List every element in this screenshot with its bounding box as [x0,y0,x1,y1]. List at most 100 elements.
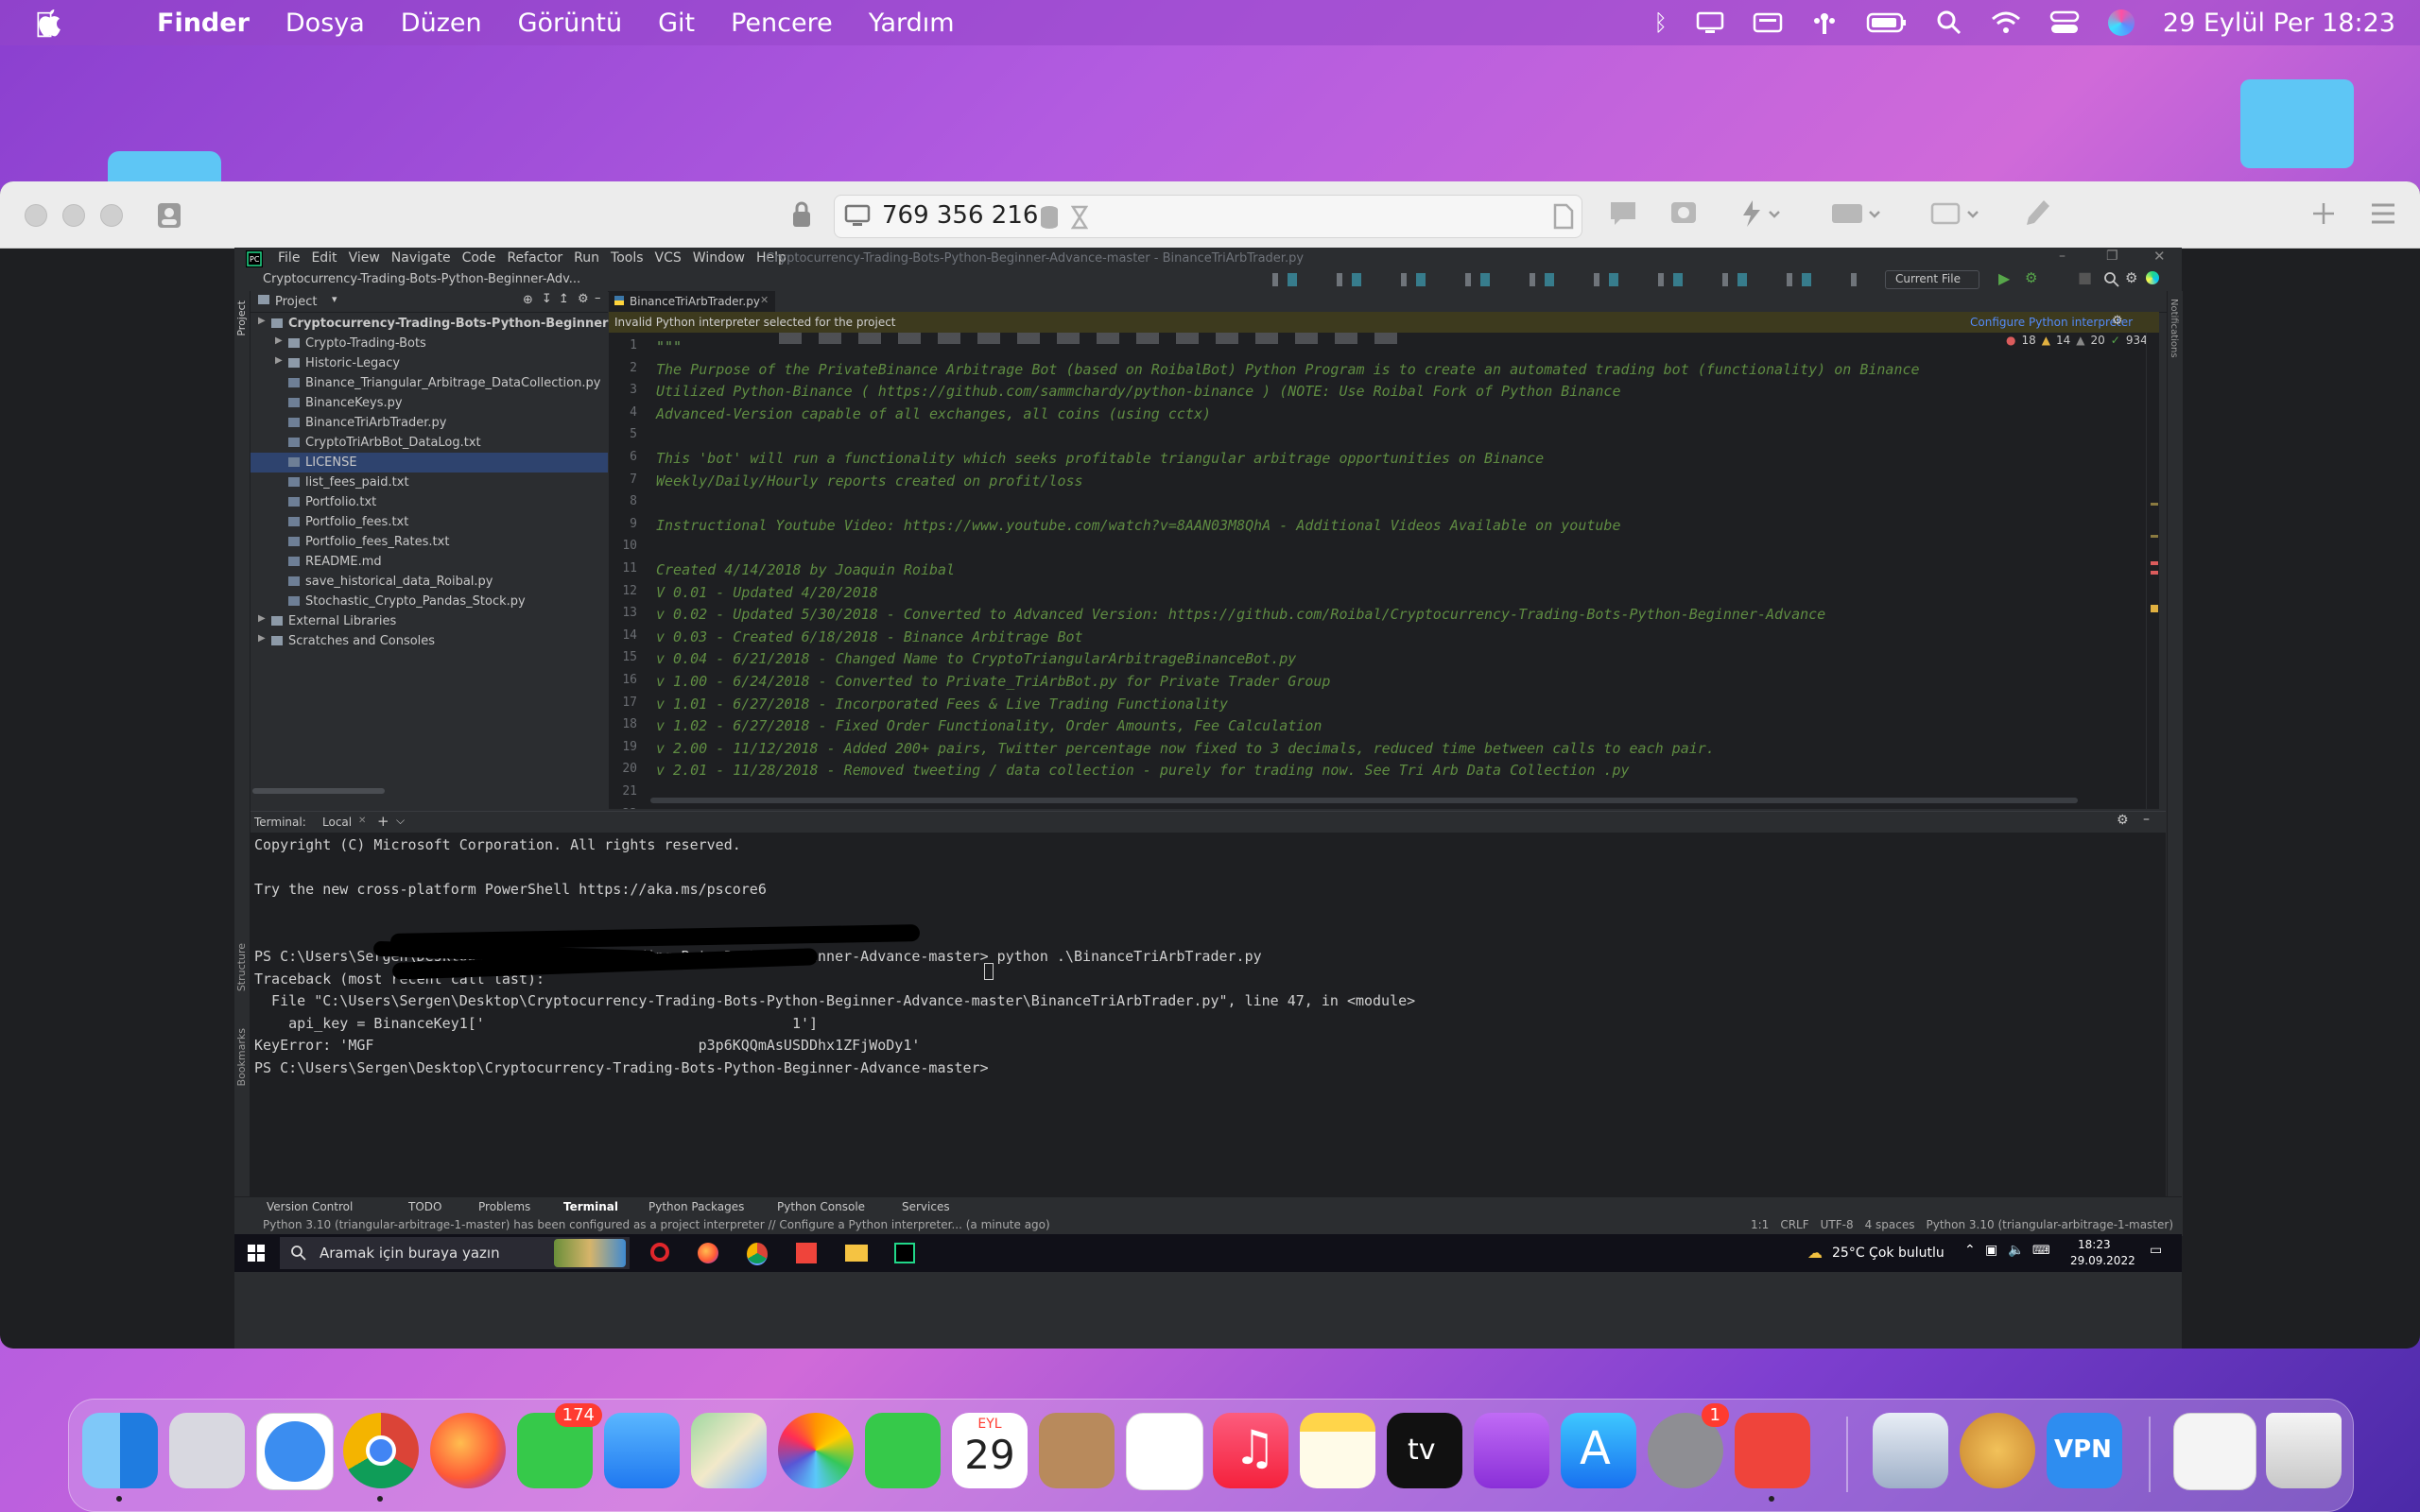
ide-settings-icon[interactable]: ⚙ [2125,269,2137,286]
desktop-folder-icon[interactable] [108,151,221,181]
tree-file-row[interactable]: Portfolio_fees_Rates.txt [251,532,608,552]
bluetooth-icon[interactable]: ᛒ [1653,9,1667,36]
tool-tab-notifications[interactable]: Notifications [2169,299,2179,358]
tree-file-row[interactable]: Binance_Triangular_Arbitrage_DataCollect… [251,373,608,393]
tool-tab-bookmarks[interactable]: Bookmarks [235,1028,248,1086]
screenshot-thumbnail-icon[interactable] [2173,1413,2256,1490]
hamburger-menu-icon[interactable] [2369,200,2397,227]
file-encoding[interactable]: UTF-8 [1821,1218,1854,1231]
chevron-right-icon[interactable]: ▶ [258,633,266,644]
indent-setting[interactable]: 4 spaces [1865,1218,1915,1231]
vpn-icon[interactable]: VPN [2047,1413,2122,1488]
windows-start-icon[interactable] [248,1245,265,1262]
tree-file-row[interactable]: save_historical_data_Roibal.py [251,572,608,592]
keyboard-input-icon[interactable] [1753,11,1783,34]
apple-tv-icon[interactable]: tv [1387,1413,1462,1488]
terminal-settings-icon[interactable]: ⚙ [2117,813,2129,828]
desktop-folder-icon[interactable] [2240,79,2354,168]
new-tab-icon[interactable] [2310,200,2337,227]
menu-git[interactable]: Git [658,9,695,38]
chevron-right-icon[interactable]: ▶ [258,613,266,624]
stop-icon[interactable]: ■ [2078,268,2092,286]
tab-version-control[interactable]: Version Control [267,1200,353,1213]
tree-folder-row[interactable]: ▶ Historic-Legacy [251,353,608,373]
tray-chevron-icon[interactable]: ⌃ [1964,1243,1976,1258]
breadcrumb[interactable]: Cryptocurrency-Trading-Bots-Python-Begin… [263,272,580,286]
ide-menu-refactor[interactable]: Refactor [507,250,562,266]
collapse-all-icon[interactable]: ↧ [542,292,552,306]
tab-todo[interactable]: TODO [408,1200,441,1213]
tab-python-console[interactable]: Python Console [777,1200,865,1213]
tree-file-row[interactable]: Portfolio_fees.txt [251,512,608,532]
file-explorer-icon[interactable] [845,1245,868,1262]
screenshot-icon[interactable] [1669,200,1698,227]
pen-icon[interactable] [2025,198,2051,229]
interpreter-status[interactable]: Python 3.10 (triangular-arbitrage-1-mast… [1927,1218,2174,1231]
caret-position[interactable]: 1:1 [1751,1218,1769,1231]
siri-icon[interactable] [2107,9,2135,36]
tree-file-row[interactable]: CryptoTriArbBot_DataLog.txt [251,433,608,453]
chevron-right-icon[interactable]: ▶ [275,335,283,346]
line-separator[interactable]: CRLF [1780,1218,1808,1231]
tab-python-packages[interactable]: Python Packages [648,1200,744,1213]
launchpad-icon[interactable] [169,1413,245,1488]
tool-tab-project[interactable]: Project [235,301,248,336]
taskbar-time[interactable]: 18:23 [2078,1238,2111,1251]
weather-text[interactable]: 25°C Çok bulutlu [1832,1246,1945,1261]
chevron-down-icon[interactable]: ▾ [332,293,337,305]
taskbar-search-box[interactable]: Aramak için buraya yazın [280,1237,630,1269]
ide-menu-window[interactable]: Window [693,250,745,266]
tree-file-row[interactable]: BinanceKeys.py [251,393,608,413]
firefox-dock-icon[interactable] [430,1413,506,1488]
preview-icon[interactable] [1873,1413,1948,1488]
menu-duzen[interactable]: Düzen [401,9,482,38]
tab-services[interactable]: Services [902,1200,950,1213]
menu-pencere[interactable]: Pencere [731,9,833,38]
menu-yardim[interactable]: Yardım [869,9,955,38]
display-mode-icon[interactable] [1930,200,1983,227]
chevron-right-icon[interactable]: ▶ [275,355,283,366]
finder-icon[interactable] [82,1413,158,1488]
ide-minimize-icon[interactable]: – [2059,249,2066,264]
app-store-icon[interactable]: A [1561,1413,1636,1488]
keyboard-layout-icon[interactable]: ⌨ [2032,1244,2050,1258]
zoom-button[interactable] [100,204,123,227]
menu-dosya[interactable]: Dosya [285,9,365,38]
podcasts-icon[interactable] [1474,1413,1549,1488]
trash-icon[interactable] [2266,1413,2342,1488]
photos-icon[interactable] [778,1413,854,1488]
search-icon[interactable] [1936,9,1962,36]
configure-interpreter-link[interactable]: Configure Python interpreter [1970,316,2133,329]
tree-file-row[interactable]: Portfolio.txt [251,492,608,512]
editor-tab-active[interactable]: BinanceTriArbTrader.py ✕ [609,291,775,314]
tree-file-row[interactable]: Stochastic_Crypto_Pandas_Stock.py [251,592,608,611]
ide-restore-icon[interactable]: ❐ [2106,249,2118,264]
taskbar-date[interactable]: 29.09.2022 [2070,1254,2135,1267]
notes-icon[interactable] [1300,1413,1375,1488]
battery-icon[interactable] [1866,11,1908,34]
chrome-icon[interactable] [747,1243,768,1265]
jetbrains-logo-icon[interactable] [2146,271,2159,284]
locate-icon[interactable]: ⊕ [523,293,533,307]
tree-folder-row[interactable]: ▶ Crypto-Trading-Bots [251,334,608,353]
banner-settings-icon[interactable]: ⚙ [2112,314,2123,328]
ide-menu-navigate[interactable]: Navigate [391,250,451,266]
chrome-dock-icon[interactable] [343,1413,419,1488]
system-settings-icon[interactable]: 1 [1648,1403,1729,1488]
contact-icon[interactable] [157,202,182,229]
ide-menu-view[interactable]: View [349,250,380,266]
inspection-widget[interactable]: ● 18 ▲ 14 ▲ 20 ✓ 934 [2006,334,2148,347]
project-view-label[interactable]: Project [275,295,317,309]
session-address-bar[interactable]: 769 356 216 [834,195,1582,238]
status-message[interactable]: Python 3.10 (triangular-arbitrage-1-mast… [263,1218,1050,1231]
chevron-right-icon[interactable]: ▶ [258,316,266,326]
tree-file-row[interactable]: list_fees_paid.txt [251,472,608,492]
maps-icon[interactable] [691,1413,767,1488]
close-button[interactable] [25,204,47,227]
hide-panel-icon[interactable]: – [595,291,601,305]
safari-icon[interactable] [256,1413,334,1490]
volume-icon[interactable]: 🔈 [2008,1243,2024,1258]
airdrop-icon[interactable] [1811,9,1838,36]
tree-scrollbar[interactable] [252,788,385,794]
tree-file-row[interactable]: LICENSE [251,453,608,472]
